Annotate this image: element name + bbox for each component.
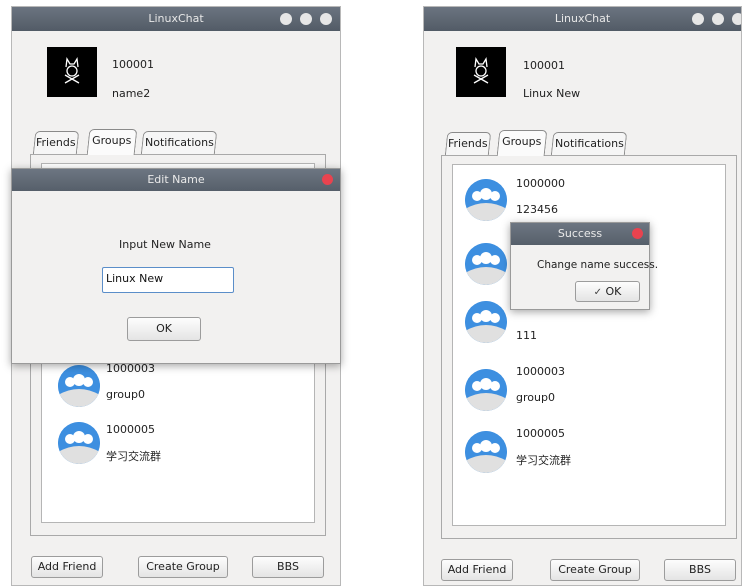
window-title: LinuxChat xyxy=(148,12,204,25)
group-avatar-icon xyxy=(465,179,507,221)
group-name: 学习交流群 xyxy=(516,454,571,467)
tab-groups[interactable]: Groups xyxy=(496,130,548,156)
close-icon[interactable] xyxy=(322,174,333,185)
tab-friends[interactable]: Friends xyxy=(32,131,80,155)
user-id: 100001 xyxy=(112,58,154,71)
success-message: Change name success. xyxy=(537,259,659,271)
success-dialog: Success Change name success. ✓ OK xyxy=(510,222,658,310)
group-id: 1000005 xyxy=(516,427,565,440)
group-id: 1000005 xyxy=(106,423,155,436)
list-item[interactable]: 1000003 group0 xyxy=(42,362,314,422)
group-name: group0 xyxy=(106,388,145,401)
group-list[interactable]: 1000000 123456 111 1000003 group0 100000… xyxy=(452,164,726,526)
list-item[interactable]: 1000003 group0 xyxy=(453,363,725,423)
group-avatar-icon xyxy=(465,431,507,473)
user-name: name2 xyxy=(112,87,151,100)
left-titlebar[interactable]: LinuxChat xyxy=(12,7,340,31)
tab-notifications[interactable]: Notifications xyxy=(140,131,218,155)
list-item[interactable]: 1000005 学习交流群 xyxy=(453,425,725,485)
group-avatar-icon xyxy=(465,243,507,285)
right-titlebar[interactable]: LinuxChat xyxy=(424,7,741,31)
group-avatar-icon xyxy=(465,301,507,343)
add-friend-button[interactable]: Add Friend xyxy=(31,556,103,578)
dialog-title: Edit Name xyxy=(147,173,205,186)
group-name: group0 xyxy=(516,391,555,404)
group-avatar-icon xyxy=(465,369,507,411)
close-icon[interactable] xyxy=(732,13,741,25)
ok-button[interactable]: ✓ OK xyxy=(575,281,640,302)
group-id: 1000003 xyxy=(516,365,565,378)
check-icon: ✓ xyxy=(593,287,602,298)
list-item[interactable]: 1000005 学习交流群 xyxy=(42,419,314,479)
add-friend-button[interactable]: Add Friend xyxy=(441,559,513,581)
new-name-input[interactable]: Linux New xyxy=(102,267,234,293)
user-id: 100001 xyxy=(523,59,565,72)
maximize-icon[interactable] xyxy=(712,13,724,25)
dialog-title: Success xyxy=(557,227,603,240)
bbs-button[interactable]: BBS xyxy=(252,556,324,578)
user-avatar[interactable] xyxy=(47,47,97,97)
group-avatar-icon xyxy=(58,422,100,464)
tab-friends[interactable]: Friends xyxy=(444,132,492,156)
tab-notifications[interactable]: Notifications xyxy=(550,132,628,156)
bbs-button[interactable]: BBS xyxy=(664,559,736,581)
minimize-icon[interactable] xyxy=(280,13,292,25)
user-avatar[interactable] xyxy=(456,47,506,97)
create-group-button[interactable]: Create Group xyxy=(550,559,640,581)
tab-panel: 1000000 123456 111 1000003 group0 100000… xyxy=(441,155,737,539)
minimize-icon[interactable] xyxy=(692,13,704,25)
create-group-button[interactable]: Create Group xyxy=(138,556,228,578)
group-avatar-icon xyxy=(58,365,100,407)
maximize-icon[interactable] xyxy=(300,13,312,25)
close-icon[interactable] xyxy=(632,228,643,239)
tab-groups[interactable]: Groups xyxy=(86,129,138,155)
group-name: 111 xyxy=(516,329,537,342)
cat-logo-icon xyxy=(64,57,80,84)
success-titlebar[interactable]: Success xyxy=(511,223,649,245)
cat-logo-icon xyxy=(473,57,489,84)
window-title: LinuxChat xyxy=(554,12,611,25)
edit-name-titlebar[interactable]: Edit Name xyxy=(12,169,340,191)
group-id: 1000000 xyxy=(516,177,565,190)
list-item[interactable]: 111 xyxy=(453,301,725,361)
group-name: 学习交流群 xyxy=(106,450,161,463)
user-name: Linux New xyxy=(523,87,581,100)
ok-button[interactable]: OK xyxy=(127,317,201,341)
ok-label: OK xyxy=(605,285,622,298)
input-prompt: Input New Name xyxy=(119,238,211,251)
edit-name-dialog: Edit Name Input New Name Linux New OK xyxy=(11,168,341,364)
group-name: 123456 xyxy=(516,203,558,216)
close-icon[interactable] xyxy=(320,13,332,25)
